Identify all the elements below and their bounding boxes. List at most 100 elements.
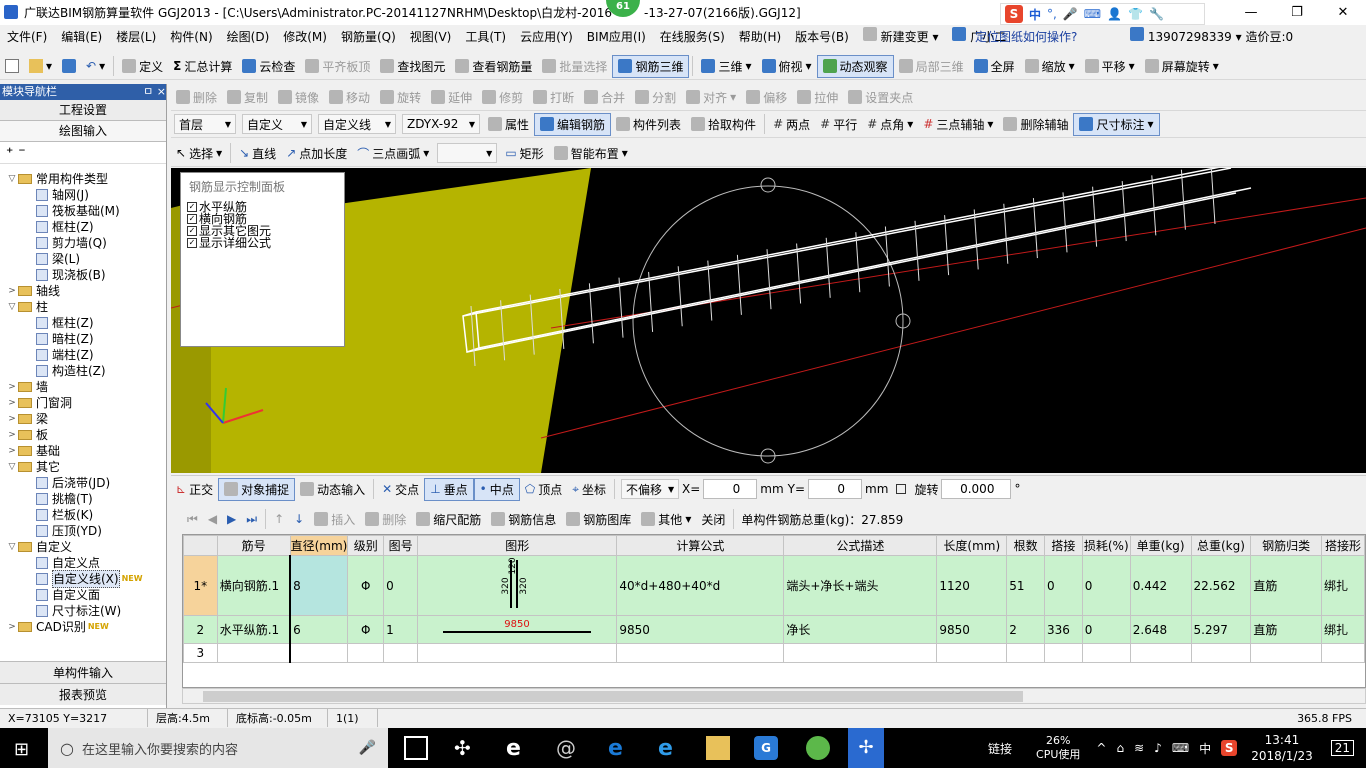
360-browser-icon[interactable] <box>806 736 830 760</box>
pick-component-button[interactable]: 拾取构件 <box>686 113 761 136</box>
tree-expander-icon[interactable]: > <box>6 395 18 411</box>
file-explorer-icon[interactable] <box>706 736 730 760</box>
cell-formula-desc[interactable]: 端头+净长+端头 <box>783 555 938 616</box>
tree-item[interactable]: > CAD识别 NEW <box>0 619 166 635</box>
delete-row-button[interactable]: 删除 <box>360 508 411 531</box>
ggj-active-app-icon[interactable]: ✢ <box>848 728 884 768</box>
insert-row-button[interactable]: 插入 <box>309 508 360 531</box>
tree-expander-icon[interactable]: ▽ <box>6 539 18 555</box>
cell-figure-no[interactable] <box>383 643 418 663</box>
wifi-icon[interactable]: ≋ <box>1134 741 1144 755</box>
browser-e-icon[interactable]: e <box>506 736 530 761</box>
tree-item[interactable]: ▽ 柱 <box>0 299 166 315</box>
menu-component[interactable]: 构件(N) <box>163 25 219 49</box>
tree-item[interactable]: 梁(L) <box>0 251 166 267</box>
menu-cloud[interactable]: 云应用(Y) <box>513 25 580 49</box>
edge-icon[interactable]: e <box>608 736 632 761</box>
trim-button[interactable]: 修剪 <box>477 86 528 109</box>
windows-start-icon[interactable]: ⊞ <box>14 739 29 760</box>
component-list-button[interactable]: 构件列表 <box>611 113 686 136</box>
floor-select[interactable]: 首层 ▼ <box>174 114 236 134</box>
column-header[interactable]: 图形 <box>416 535 618 556</box>
tree-item[interactable]: 挑檐(T) <box>0 491 166 507</box>
menu-online[interactable]: 在线服务(S) <box>653 25 732 49</box>
tree-item[interactable]: 筏板基础(M) <box>0 203 166 219</box>
define-button[interactable]: 定义 <box>117 55 168 78</box>
rotate-button[interactable]: 旋转 <box>375 86 426 109</box>
account-phone[interactable]: 13907298339 ▾ 造价豆:0 <box>1130 25 1293 49</box>
new-file-button[interactable] <box>0 55 24 78</box>
menu-view[interactable]: 视图(V) <box>403 25 459 49</box>
point-angle-button[interactable]: # 点角 ▾ <box>862 113 918 136</box>
menu-bim[interactable]: BIM应用(I) <box>580 25 653 49</box>
fan-app-icon[interactable]: ✣ <box>454 736 478 760</box>
cell-formula[interactable]: 40*d+480+40*d <box>616 555 785 616</box>
close-button[interactable]: ✕ <box>1320 0 1366 25</box>
user-icon[interactable]: 👤 <box>1107 7 1122 21</box>
cell-total-weight[interactable]: 22.562 <box>1190 555 1252 616</box>
cell-lap-type[interactable]: 绑扎 <box>1320 615 1365 644</box>
cell-diameter[interactable]: 8 <box>289 555 349 616</box>
tree-item[interactable]: > 轴线 <box>0 283 166 299</box>
notification-center-icon[interactable]: 21 <box>1330 740 1354 756</box>
column-header[interactable]: 公式描述 <box>783 535 938 556</box>
cell-lap[interactable]: 0 <box>1043 555 1083 616</box>
nav-panel-pin-close[interactable]: ㅁ × <box>143 84 166 100</box>
skin-icon[interactable]: 👕 <box>1128 7 1143 21</box>
rotate-checkbox[interactable] <box>896 484 907 494</box>
cell-formula[interactable] <box>616 643 785 663</box>
checkbox[interactable]: ✓ <box>187 238 197 248</box>
tree-item[interactable]: > 门窗洞 <box>0 395 166 411</box>
tree-item[interactable]: 压顶(YD) <box>0 523 166 539</box>
tree-item[interactable]: 自定义面 <box>0 587 166 603</box>
tree-item[interactable]: 剪力墙(Q) <box>0 235 166 251</box>
cell-length[interactable]: 9850 <box>936 615 1008 644</box>
row-number[interactable]: 1* <box>183 555 218 616</box>
column-header[interactable]: 总重(kg) <box>1190 535 1252 556</box>
prev-record-button[interactable]: ◀ <box>203 508 222 531</box>
taskbar-search-input[interactable]: ○ 在这里输入你要搜索的内容 🎤 <box>48 728 388 768</box>
cell-figure-no[interactable]: 0 <box>383 555 418 616</box>
tree-item[interactable]: > 板 <box>0 427 166 443</box>
extend-button[interactable]: 延伸 <box>426 86 477 109</box>
zoom-button[interactable]: 缩放 ▾ <box>1020 55 1080 78</box>
view-rebar-qty-button[interactable]: 查看钢筋量 <box>450 55 537 78</box>
undo-button[interactable]: ↶ ▾ <box>81 55 110 78</box>
ime-toolbar[interactable]: S 中 °, 🎤 ⌨ 👤 👕 🔧 <box>1000 3 1205 25</box>
cloud-check-button[interactable]: 云检查 <box>237 55 300 78</box>
sogou-icon[interactable]: S <box>1005 5 1023 23</box>
cell-lap-type[interactable]: 绑扎 <box>1320 555 1365 616</box>
cell-lap-type[interactable] <box>1320 643 1365 663</box>
cell-category[interactable] <box>1250 643 1322 663</box>
column-header[interactable]: 长度(mm) <box>936 535 1008 556</box>
checkbox[interactable]: ✓ <box>187 214 197 224</box>
cell-shape[interactable] <box>416 643 618 663</box>
tab-project-settings[interactable]: 工程设置 <box>0 100 166 121</box>
tree-item[interactable]: 现浇板(B) <box>0 267 166 283</box>
spiral-app-icon[interactable]: @ <box>556 736 580 760</box>
select-button[interactable]: ↖ 选择 ▾ <box>171 142 227 165</box>
delete-button[interactable]: 删除 <box>171 86 222 109</box>
cell-loss[interactable]: 0 <box>1081 555 1131 616</box>
menu-new-change[interactable]: 新建变更 ▾ <box>856 25 946 49</box>
tree-item[interactable]: 后浇带(JD) <box>0 475 166 491</box>
cell-lap[interactable] <box>1043 643 1083 663</box>
keyboard-icon[interactable]: ⌨ <box>1084 7 1101 21</box>
batch-select-button[interactable]: 批量选择 <box>537 55 612 78</box>
tab-single-component-input[interactable]: 单构件输入 <box>0 661 166 683</box>
cell-length[interactable]: 1120 <box>936 555 1008 616</box>
column-header[interactable]: 计算公式 <box>616 535 785 556</box>
set-grip-button[interactable]: 设置夹点 <box>843 86 918 109</box>
dynamic-observe-button[interactable]: 动态观察 <box>816 54 894 78</box>
cell-figure-no[interactable]: 1 <box>383 615 418 644</box>
tree-item[interactable]: ▽ 其它 <box>0 459 166 475</box>
column-header[interactable]: 筋号 <box>216 535 291 556</box>
midpoint-button[interactable]: • 中点 <box>473 477 520 501</box>
offset-button[interactable]: 偏移 <box>741 86 792 109</box>
split-button[interactable]: 分割 <box>630 86 681 109</box>
cell-formula-desc[interactable]: 净长 <box>783 615 938 644</box>
component-name-select[interactable]: ZDYX-92 ▼ <box>402 114 480 134</box>
tree-item[interactable]: > 梁 <box>0 411 166 427</box>
tree-item[interactable]: 轴网(J) <box>0 187 166 203</box>
copy-button[interactable]: 复制 <box>222 86 273 109</box>
